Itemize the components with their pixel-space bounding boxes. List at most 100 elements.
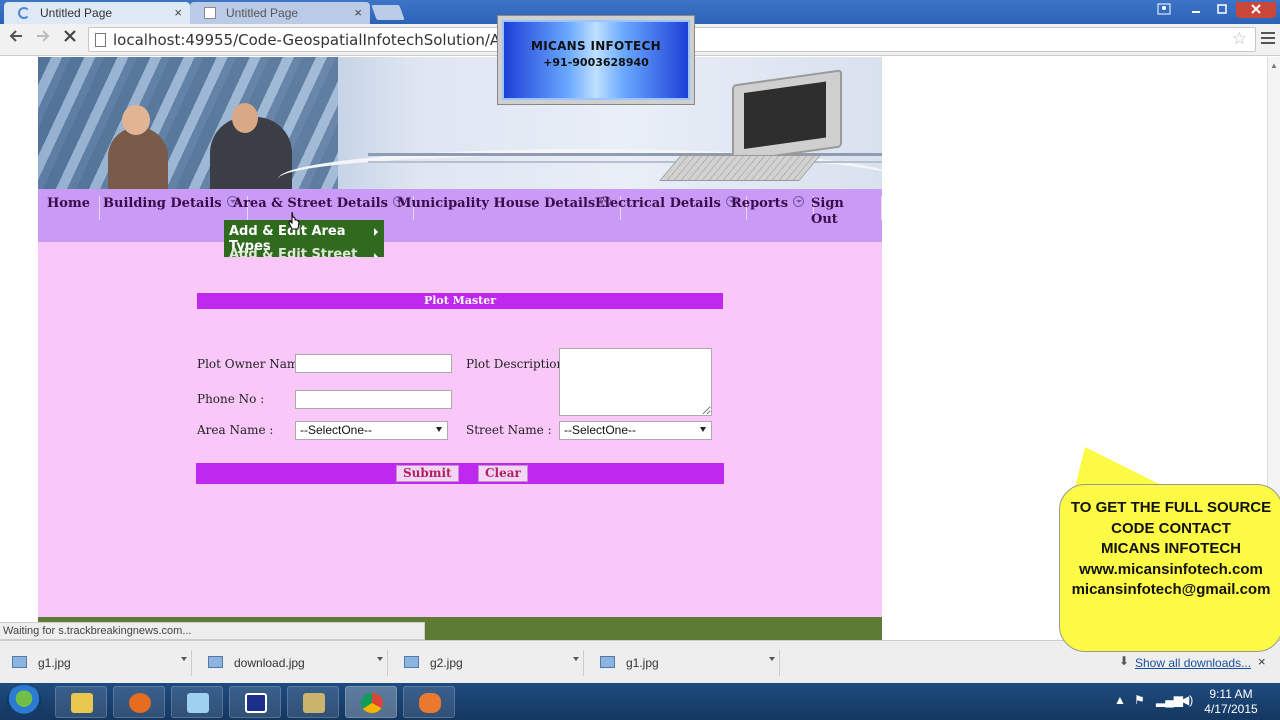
select-value: --SelectOne-- [300, 423, 373, 437]
chrome-taskbar-icon[interactable] [345, 686, 397, 718]
browser-tab[interactable]: Untitled Page × [190, 2, 370, 24]
dropdown-arrow-icon [700, 427, 706, 432]
browser-tab-active[interactable]: Untitled Page × [4, 2, 190, 24]
start-button[interactable] [6, 685, 42, 719]
promo-line: CODE CONTACT [1111, 519, 1231, 537]
minimize-icon[interactable] [1184, 2, 1208, 18]
download-item[interactable]: download.jpg [196, 650, 388, 676]
restore-icon[interactable] [1210, 2, 1234, 18]
close-tab-icon[interactable]: × [354, 5, 362, 20]
tab-title: Untitled Page [40, 6, 113, 20]
main-menu: Home Building Details Area & Street Deta… [38, 189, 882, 242]
street-name-label: Street Name : [466, 423, 552, 437]
submit-button[interactable]: Submit [396, 465, 459, 482]
street-name-select[interactable]: --SelectOne-- [559, 421, 712, 440]
menu-label: Sign Out [811, 196, 844, 227]
watermark-company: MICANS INFOTECH [530, 39, 661, 53]
plot-owner-input[interactable] [295, 354, 452, 373]
chevron-down-icon[interactable] [377, 657, 383, 661]
app-taskbar-icon[interactable] [403, 686, 455, 718]
user-icon[interactable] [1152, 2, 1176, 18]
system-clock[interactable]: 9:11 AM 4/17/2015 [1196, 687, 1266, 717]
download-filename: download.jpg [234, 656, 305, 670]
network-icon[interactable]: ▂▄▆ [1156, 693, 1183, 707]
new-tab-button[interactable] [371, 5, 405, 20]
phone-input[interactable] [295, 390, 452, 409]
menu-label: Electrical Details [595, 196, 721, 211]
chevron-down-icon[interactable] [181, 657, 187, 661]
close-tab-icon[interactable]: × [174, 5, 182, 20]
select-value: --SelectOne-- [564, 423, 637, 437]
form-title: Plot Master [197, 293, 723, 309]
bookmark-star-icon[interactable]: ☆ [1232, 29, 1247, 49]
submenu-item-street-types[interactable]: Add & Edit Street Types [224, 245, 384, 257]
close-window-icon[interactable] [1236, 2, 1276, 18]
clock-time: 9:11 AM [1209, 687, 1253, 701]
back-arrow-icon[interactable] [8, 28, 24, 49]
browser-status-bubble: Waiting for s.trackbreakingnews.com... [0, 622, 425, 640]
promo-line: micansinfotech@gmail.com [1071, 581, 1271, 598]
plot-description-textarea[interactable] [559, 348, 712, 416]
show-all-downloads-link[interactable]: Show all downloads... [1135, 656, 1251, 670]
page-icon [95, 33, 106, 47]
explorer-taskbar-icon[interactable] [55, 686, 107, 718]
woman-image [108, 105, 168, 189]
phone-label: Phone No : [197, 392, 265, 406]
submenu-item-area-types[interactable]: Add & Edit Area Types [224, 220, 384, 254]
menu-label: Area & Street Details [233, 196, 388, 211]
stop-loading-icon[interactable] [62, 28, 78, 49]
menu-label: Building Details [103, 196, 222, 211]
promo-bubble: TO GET THE FULL SOURCE CODE CONTACT MICA… [1059, 484, 1280, 652]
area-name-select[interactable]: --SelectOne-- [295, 421, 448, 440]
forward-arrow-icon[interactable] [35, 28, 51, 49]
clear-button[interactable]: Clear [478, 465, 528, 482]
chevron-down-icon[interactable] [573, 657, 579, 661]
scroll-up-icon[interactable]: ▲ [1270, 61, 1278, 70]
windows-taskbar: ▲ ⚑ ▂▄▆ ◀) 9:11 AM 4/17/2015 [0, 683, 1280, 720]
header-banner-image [38, 57, 882, 189]
image-file-icon [208, 656, 223, 668]
area-street-submenu: Add & Edit Area Types Add & Edit Street … [224, 220, 384, 257]
download-item[interactable]: g1.jpg [588, 650, 780, 676]
menu-item-sign-out[interactable]: Sign Out [802, 196, 882, 227]
visual-studio-taskbar-icon[interactable] [229, 686, 281, 718]
keyboard-image [659, 155, 821, 181]
image-file-icon [600, 656, 615, 668]
action-center-icon[interactable]: ⚑ [1134, 693, 1145, 707]
download-item[interactable]: g1.jpg [0, 650, 192, 676]
download-arrow-icon: ⬇ [1119, 654, 1130, 668]
volume-icon[interactable]: ◀) [1180, 693, 1193, 707]
watermark-phone: +91-9003628940 [543, 56, 649, 69]
dropdown-arrow-icon [436, 427, 442, 432]
media-player-taskbar-icon[interactable] [113, 686, 165, 718]
clock-date: 4/17/2015 [1204, 702, 1258, 716]
form-button-bar: Submit Clear [196, 463, 724, 484]
menu-item-home[interactable]: Home [38, 196, 100, 220]
loading-spinner-icon [18, 7, 30, 19]
download-item[interactable]: g2.jpg [392, 650, 584, 676]
area-name-label: Area Name : [197, 423, 274, 437]
chevron-down-icon[interactable] [769, 657, 775, 661]
chevron-right-icon [374, 228, 378, 236]
promo-line: TO GET THE FULL SOURCE [1070, 499, 1272, 516]
menu-label: Reports [731, 196, 789, 211]
site-container: Home Building Details Area & Street Deta… [38, 57, 882, 640]
url-text: localhost:49955/Code-GeospatialInfotechS… [113, 31, 543, 49]
tools-taskbar-icon[interactable] [287, 686, 339, 718]
chrome-menu-icon[interactable] [1261, 32, 1275, 47]
download-filename: g1.jpg [626, 656, 659, 670]
image-file-icon [404, 656, 419, 668]
menu-item-area-street-details[interactable]: Area & Street Details [224, 196, 414, 220]
close-shelf-icon[interactable]: × [1258, 654, 1266, 669]
image-file-icon [12, 656, 27, 668]
notepad-taskbar-icon[interactable] [171, 686, 223, 718]
submenu-label: Add & Edit Street Types [229, 247, 358, 257]
promo-line: MICANS INFOTECH [1101, 540, 1241, 557]
menu-item-reports[interactable]: Reports [722, 196, 815, 220]
menu-label: Home [47, 196, 90, 211]
tab-title: Untitled Page [226, 6, 299, 20]
chevron-right-icon [374, 253, 378, 257]
computer-monitor-image [732, 69, 842, 163]
download-filename: g2.jpg [430, 656, 463, 670]
tray-expand-icon[interactable]: ▲ [1114, 693, 1126, 707]
